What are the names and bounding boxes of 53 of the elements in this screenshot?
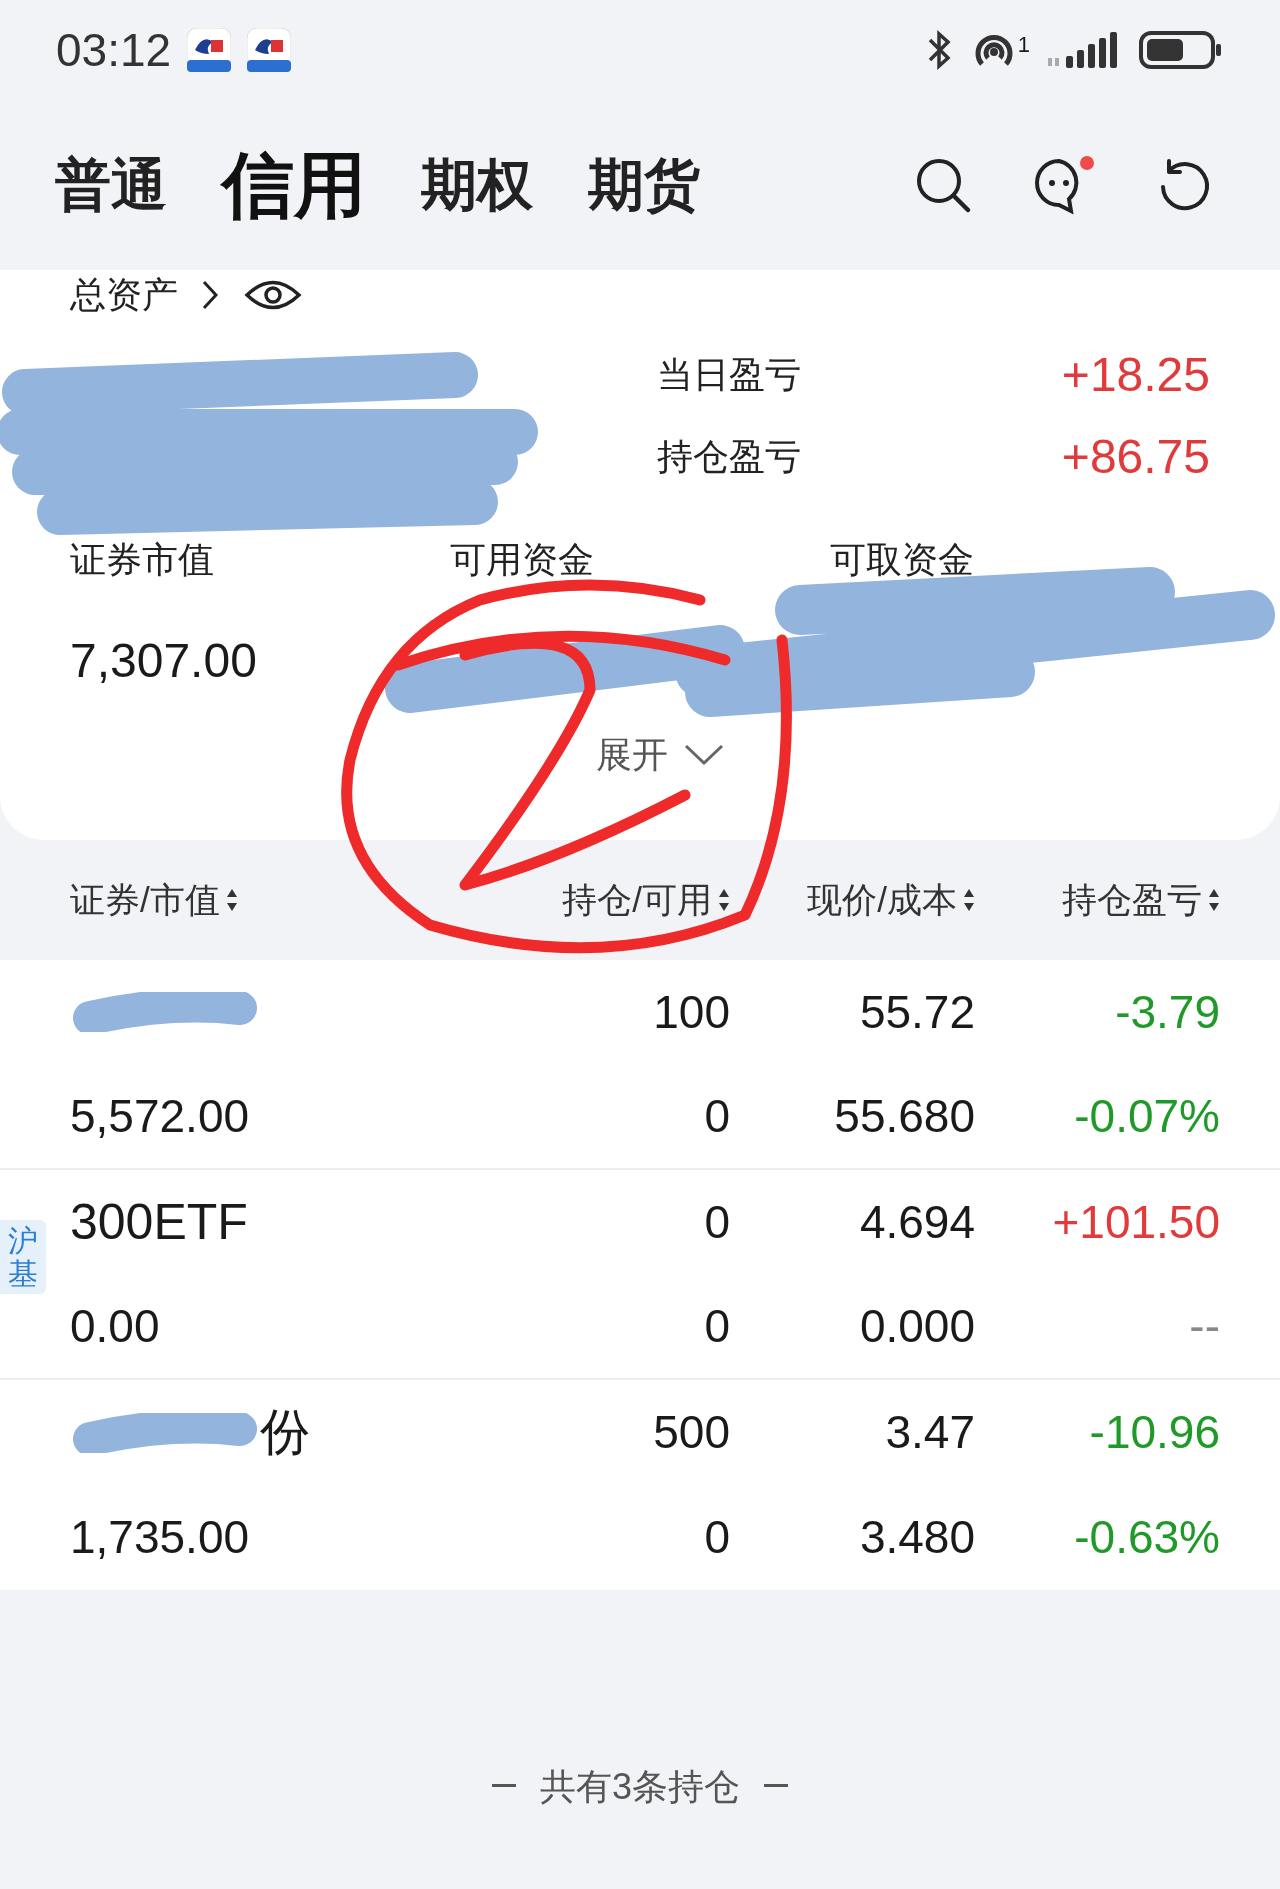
chevron-right-icon (202, 279, 218, 310)
pnl-value: +86.75 (1061, 429, 1210, 485)
pnl-cell-text: -3.79 (1115, 984, 1220, 1040)
market-value-cell-text: 1,735.00 (70, 1510, 250, 1565)
holding-row[interactable]: 100 55.72 -3.79 5,572.00 0 55.680 -0.07% (0, 960, 1280, 1170)
balance-label: 证券市值 (70, 538, 215, 582)
tab[interactable]: 信用 (222, 141, 366, 229)
tab[interactable]: 期货 (588, 151, 700, 219)
sort-column-header[interactable]: 持仓盈亏 (1062, 873, 1220, 927)
sort-column-header[interactable]: 现价/成本 (807, 873, 975, 927)
holdings-count-text: 共有3条持仓 (540, 1765, 740, 1809)
market-value-cell-text: 5,572.00 (70, 1088, 250, 1144)
expand-button[interactable]: 展开 (590, 727, 730, 783)
chevron-down-icon (684, 744, 724, 766)
pnl-label: 当日盈亏 (657, 353, 801, 397)
pnl-cell-text: +101.50 (1052, 1194, 1220, 1250)
price-cell-text: 3.47 (885, 1405, 975, 1460)
balance-label: 可用资金 (450, 538, 595, 582)
available-cell-text: 0 (704, 1088, 730, 1144)
pnl-percent-cell-text: -- (1189, 1298, 1220, 1354)
cost-cell-text: 0.000 (859, 1298, 975, 1354)
holding-row[interactable]: 份 500 3.47 -10.96 1,735.00 0 3.480 -0.63% (0, 1380, 1280, 1590)
tab[interactable]: 期权 (421, 151, 533, 219)
market-value-cell-text: 0.00 (70, 1298, 160, 1354)
battery-icon (1138, 28, 1224, 72)
pnl-cell-text: -10.96 (1089, 1405, 1220, 1460)
available-cell-text: 0 (704, 1510, 730, 1565)
total-assets-link[interactable]: 总资产 (70, 267, 218, 322)
available-cell-text: 0 (704, 1298, 730, 1354)
cost-cell-text: 3.480 (859, 1510, 975, 1565)
price-cell-text: 55.72 (859, 984, 975, 1040)
status-time: 03:12 (56, 22, 172, 78)
stock-name: 份 (260, 1403, 310, 1462)
position-cell-text: 0 (704, 1194, 730, 1250)
pnl-percent-cell-text: -0.07% (1074, 1088, 1220, 1144)
holding-row[interactable]: 300ETF 0 4.694 +101.50 0.00 0 0.000 -- 沪基 (0, 1170, 1280, 1380)
app-icon (187, 28, 232, 72)
balance-value: 7,307.00 (70, 633, 258, 689)
stock-name: 300ETF (70, 1192, 248, 1252)
hotspot-count: 1 (1017, 31, 1030, 59)
tab[interactable]: 普通 (55, 151, 167, 219)
position-cell-text: 100 (653, 984, 730, 1040)
pnl-label: 持仓盈亏 (657, 435, 801, 479)
sort-column-header[interactable]: 持仓/可用 (562, 873, 730, 927)
cost-cell-text: 55.680 (834, 1088, 975, 1144)
pnl-percent-cell-text: -0.63% (1074, 1510, 1220, 1565)
sort-column-header[interactable]: 证券/市值 (70, 873, 238, 927)
position-cell-text: 500 (653, 1405, 730, 1460)
app-icon (247, 28, 292, 72)
market-tag: 沪基 (0, 1220, 46, 1294)
balance-label: 可取资金 (830, 538, 975, 582)
pnl-value: +18.25 (1061, 347, 1210, 403)
price-cell-text: 4.694 (859, 1194, 975, 1250)
